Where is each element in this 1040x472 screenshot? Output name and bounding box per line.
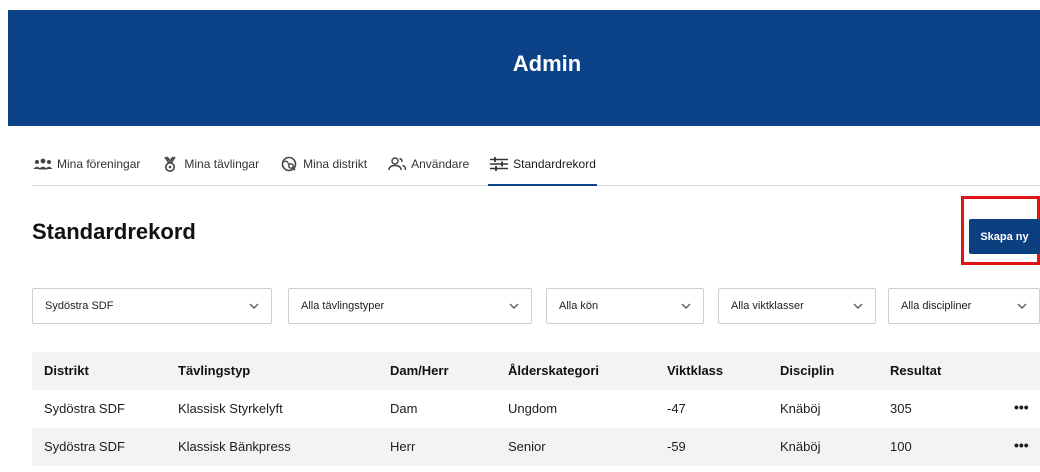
cell-result: 305 xyxy=(890,401,912,416)
weight-class-filter-value: Alla viktklasser xyxy=(731,300,804,312)
chevron-down-icon xyxy=(509,303,519,309)
cell-gender: Herr xyxy=(390,439,416,454)
tab-anvandare[interactable]: Användare xyxy=(386,152,470,185)
cell-discipline: Knäböj xyxy=(780,401,821,416)
app-header: Admin xyxy=(8,10,1040,126)
admin-tabs: Mina föreningar Mina tävlingar Mina dist… xyxy=(32,152,1040,186)
tab-label: Användare xyxy=(411,156,470,171)
column-header: Tävlingstyp xyxy=(178,363,251,378)
gender-filter[interactable]: Alla kön xyxy=(546,288,704,324)
discipline-filter[interactable]: Alla discipliner xyxy=(888,288,1040,324)
page-title: Standardrekord xyxy=(32,219,196,244)
table-header-row: Distrikt Tävlingstyp Dam/Herr Ålderskate… xyxy=(32,352,1040,390)
chevron-down-icon xyxy=(1017,303,1027,309)
weight-class-filter[interactable]: Alla viktklasser xyxy=(718,288,876,324)
district-filter[interactable]: Sydöstra SDF xyxy=(32,288,272,324)
cell-discipline: Knäböj xyxy=(780,439,821,454)
header-title: Admin xyxy=(512,51,582,76)
users-icon xyxy=(388,156,407,170)
tab-label: Mina tävlingar xyxy=(184,156,260,171)
chevron-down-icon xyxy=(249,303,259,309)
column-header: Resultat xyxy=(890,363,942,378)
district-filter-value: Sydöstra SDF xyxy=(45,300,114,312)
table-row[interactable]: Sydöstra SDF Klassisk Styrkelyft Dam Ung… xyxy=(32,390,1040,428)
tab-label: Mina föreningar xyxy=(57,156,141,171)
tab-mina-tavlingar[interactable]: Mina tävlingar xyxy=(159,152,260,185)
map-search-icon xyxy=(281,156,297,171)
cell-weight-class: -59 xyxy=(667,439,686,454)
create-new-button[interactable]: Skapa ny xyxy=(969,219,1040,254)
cell-competition-type: Klassisk Styrkelyft xyxy=(178,401,283,416)
column-header: Viktklass xyxy=(667,363,724,378)
cell-district: Sydöstra SDF xyxy=(44,401,125,416)
tab-label: Standardrekord xyxy=(513,156,596,171)
column-header: Distrikt xyxy=(44,363,89,378)
row-actions-button[interactable]: ••• xyxy=(1014,428,1029,466)
chevron-down-icon xyxy=(681,303,691,309)
tab-mina-foreningar[interactable]: Mina föreningar xyxy=(32,152,141,185)
row-actions-button[interactable]: ••• xyxy=(1014,390,1029,428)
cell-district: Sydöstra SDF xyxy=(44,439,125,454)
tab-label: Mina distrikt xyxy=(303,156,368,171)
table-row[interactable]: Sydöstra SDF Klassisk Bänkpress Herr Sen… xyxy=(32,428,1040,466)
cell-weight-class: -47 xyxy=(667,401,686,416)
medal-icon xyxy=(164,156,177,172)
tab-mina-distrikt[interactable]: Mina distrikt xyxy=(278,152,368,185)
competition-type-filter[interactable]: Alla tävlingstyper xyxy=(288,288,532,324)
tab-standardrekord[interactable]: Standardrekord xyxy=(488,152,597,186)
people-group-icon xyxy=(33,158,53,169)
column-header: Disciplin xyxy=(780,363,835,378)
records-table: Distrikt Tävlingstyp Dam/Herr Ålderskate… xyxy=(32,352,1040,466)
cell-age-category: Ungdom xyxy=(508,401,558,416)
cell-age-category: Senior xyxy=(508,439,546,454)
cell-result: 100 xyxy=(890,439,912,454)
discipline-filter-value: Alla discipliner xyxy=(901,300,972,312)
cell-competition-type: Klassisk Bänkpress xyxy=(178,439,291,454)
column-header: Ålderskategori xyxy=(508,363,600,378)
chevron-down-icon xyxy=(853,303,863,309)
sliders-icon xyxy=(490,156,509,171)
cell-gender: Dam xyxy=(390,401,418,416)
column-header: Dam/Herr xyxy=(390,363,449,378)
competition-type-filter-value: Alla tävlingstyper xyxy=(301,300,385,312)
gender-filter-value: Alla kön xyxy=(559,300,599,312)
